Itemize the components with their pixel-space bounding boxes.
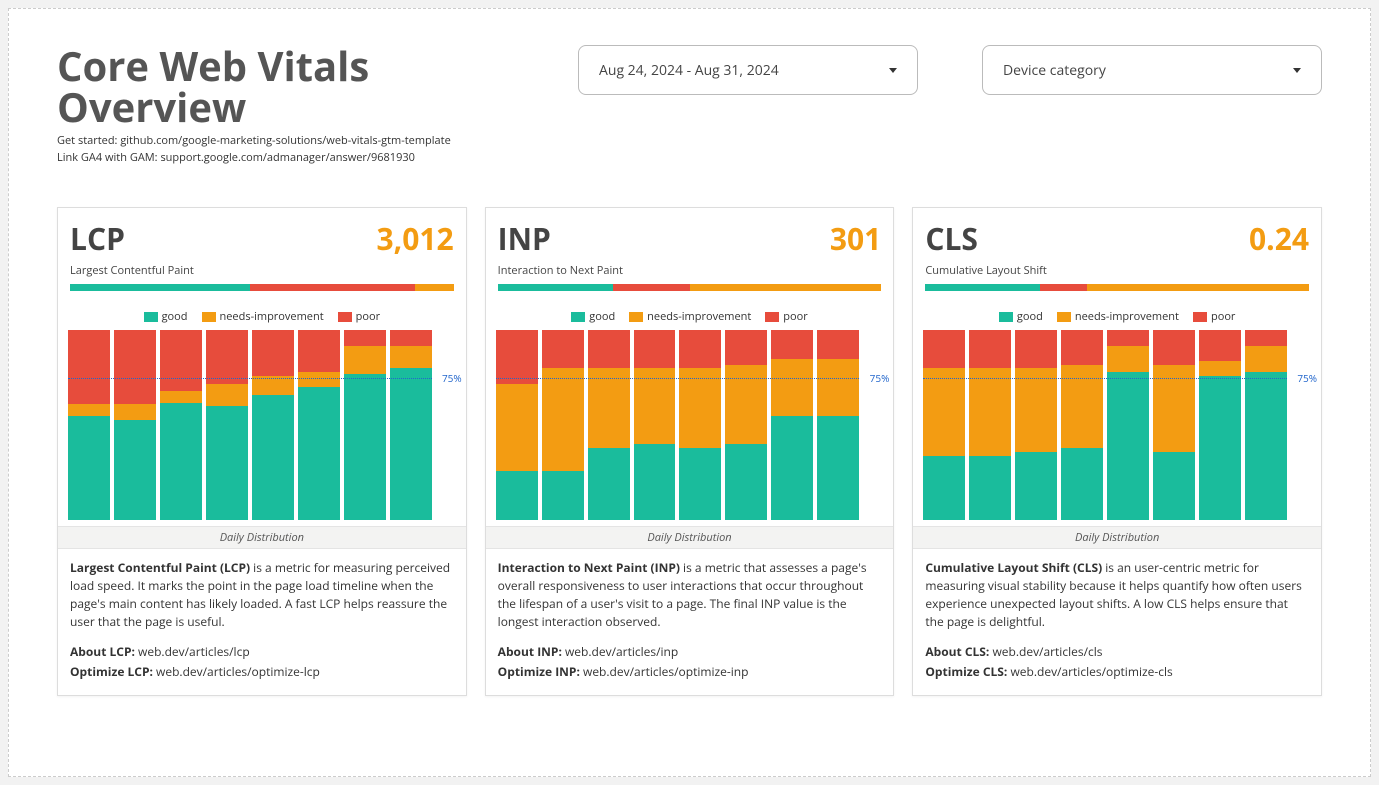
daily-distribution-chart: 75% (913, 330, 1321, 520)
bar (588, 330, 630, 520)
chevron-down-icon (1293, 68, 1301, 73)
daily-distribution-chart: 75% (58, 330, 466, 520)
about-link[interactable]: web.dev/articles/cls (992, 643, 1102, 660)
sub-link-2: Link GA4 with GAM: support.google.com/ad… (57, 150, 514, 165)
metric-full-name: Cumulative Layout Shift (925, 263, 1309, 278)
bar (206, 330, 248, 520)
metric-card-lcp: LCP 3,012 Largest Contentful Paint goodneed… (57, 207, 467, 696)
bar (923, 330, 965, 520)
bar (817, 330, 859, 520)
bar (725, 330, 767, 520)
page-title: Core Web Vitals Overview (57, 45, 514, 127)
chart-legend: goodneeds-improvementpoor (913, 309, 1321, 324)
title-block: Core Web Vitals Overview Get started: gi… (57, 45, 514, 165)
bar (969, 330, 1011, 520)
metric-card-cls: CLS 0.24 Cumulative Layout Shift goodneeds-… (912, 207, 1322, 696)
summary-distribution-bar (70, 284, 454, 291)
optimize-link[interactable]: web.dev/articles/optimize-cls (1010, 663, 1172, 680)
chart-caption: Daily Distribution (913, 526, 1321, 549)
summary-distribution-bar (498, 284, 882, 291)
optimize-link[interactable]: web.dev/articles/optimize-lcp (156, 663, 320, 680)
bar (390, 330, 432, 520)
metric-full-name: Interaction to Next Paint (498, 263, 882, 278)
about-link[interactable]: web.dev/articles/lcp (138, 643, 250, 660)
threshold-line (923, 378, 1287, 379)
metric-value: 0.24 (1249, 218, 1309, 259)
metric-description: Largest Contentful Paint (LCP) is a metr… (58, 549, 466, 695)
sub-link-1: Get started: github.com/google-marketing… (57, 133, 514, 148)
chart-caption: Daily Distribution (486, 526, 894, 549)
bar (771, 330, 813, 520)
threshold-label: 75% (1297, 371, 1317, 385)
metric-abbr: INP (498, 218, 551, 259)
optimize-link[interactable]: web.dev/articles/optimize-inp (583, 663, 748, 680)
bar (679, 330, 721, 520)
bar (1107, 330, 1149, 520)
metric-full-name: Largest Contentful Paint (70, 263, 454, 278)
bar (344, 330, 386, 520)
bar (1153, 330, 1195, 520)
dashboard-page: Core Web Vitals Overview Get started: gi… (8, 8, 1371, 777)
date-range-picker[interactable]: Aug 24, 2024 - Aug 31, 2024 (578, 45, 918, 95)
about-link[interactable]: web.dev/articles/inp (565, 643, 678, 660)
chevron-down-icon (889, 68, 897, 73)
bar (68, 330, 110, 520)
metric-value: 3,012 (377, 218, 454, 259)
bar (298, 330, 340, 520)
daily-distribution-chart: 75% (486, 330, 894, 520)
device-category-select[interactable]: Device category (982, 45, 1322, 95)
bar (496, 330, 538, 520)
chart-legend: goodneeds-improvementpoor (58, 309, 466, 324)
bar (1245, 330, 1287, 520)
threshold-line (68, 378, 432, 379)
metric-abbr: LCP (70, 218, 125, 259)
metric-abbr: CLS (925, 218, 978, 259)
metric-description: Interaction to Next Paint (INP) is a met… (486, 549, 894, 695)
bar (252, 330, 294, 520)
bar (114, 330, 156, 520)
metric-cards-row: LCP 3,012 Largest Contentful Paint goodneed… (57, 207, 1322, 696)
threshold-label: 75% (442, 371, 462, 385)
metric-card-inp: INP 301 Interaction to Next Paint goodneeds… (485, 207, 895, 696)
bar (634, 330, 676, 520)
device-category-value: Device category (1003, 61, 1106, 80)
summary-distribution-bar (925, 284, 1309, 291)
threshold-line (496, 378, 860, 379)
metric-value: 301 (830, 218, 881, 259)
metric-description: Cumulative Layout Shift (CLS) is an user… (913, 549, 1321, 695)
bar (1199, 330, 1241, 520)
threshold-label: 75% (870, 371, 890, 385)
chart-caption: Daily Distribution (58, 526, 466, 549)
bar (1061, 330, 1103, 520)
header-row: Core Web Vitals Overview Get started: gi… (57, 45, 1322, 165)
chart-legend: goodneeds-improvementpoor (486, 309, 894, 324)
bar (160, 330, 202, 520)
bar (1015, 330, 1057, 520)
bar (542, 330, 584, 520)
date-range-value: Aug 24, 2024 - Aug 31, 2024 (599, 61, 779, 80)
